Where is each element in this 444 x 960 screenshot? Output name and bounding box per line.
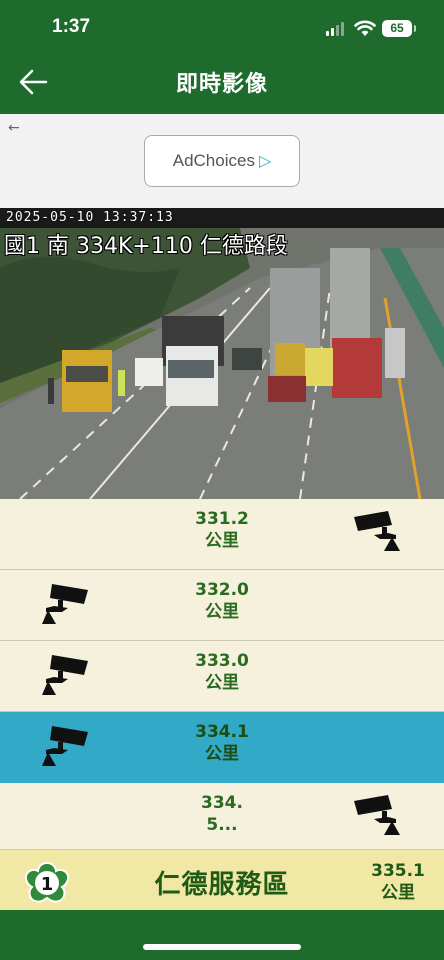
adchoices-label: AdChoices <box>172 151 255 170</box>
service-unit: 公里 <box>381 883 415 903</box>
cellular-signal-icon <box>326 22 346 36</box>
battery-indicator: 65 <box>382 20 416 37</box>
status-bar: 1:37 65 <box>0 0 444 56</box>
service-area-row[interactable]: 1 仁德服務區 335.1 公里 <box>0 849 444 910</box>
camera-row-333-0[interactable]: 333.0 公里 <box>0 641 444 712</box>
camera-row-331-2[interactable]: 331.2 公里 <box>0 499 444 570</box>
camera-timestamp: 2025-05-10 13:37:13 <box>6 210 174 225</box>
camera-live-image: 2025-05-10 13:37:13 國1 南 334K+110 仁德路段 <box>0 208 444 499</box>
home-indicator[interactable] <box>143 944 301 950</box>
wifi-icon <box>354 20 376 36</box>
camera-list: 331.2 公里 332.0 公里 333.0 公里 334.1 公里 334.… <box>0 499 444 854</box>
camera-location-label: 國1 南 334K+110 仁德路段 <box>4 234 288 259</box>
cctv-camera-icon <box>354 511 400 551</box>
cctv-camera-icon <box>42 655 88 695</box>
camera-row-334-5[interactable]: 334. 5... <box>0 783 444 854</box>
page-title: 即時影像 <box>175 72 268 97</box>
ad-banner[interactable]: ← AdChoices ▷ <box>0 114 444 208</box>
cctv-camera-icon <box>42 726 88 766</box>
adchoices-button[interactable]: AdChoices ▷ <box>144 135 300 187</box>
service-area-distance: 335.1 公里 <box>356 860 440 904</box>
camera-row-332-0[interactable]: 332.0 公里 <box>0 570 444 641</box>
cctv-camera-icon <box>42 584 88 624</box>
ad-back-icon[interactable]: ← <box>8 120 20 136</box>
bottom-bar <box>0 910 444 960</box>
camera-row-334-1-selected[interactable]: 334.1 公里 <box>0 712 444 783</box>
service-km: 335.1 <box>371 861 425 881</box>
cctv-camera-icon <box>354 795 400 835</box>
navigation-bar: 即時影像 <box>0 56 444 114</box>
status-time: 1:37 <box>52 16 91 37</box>
adchoices-icon: ▷ <box>258 153 272 170</box>
